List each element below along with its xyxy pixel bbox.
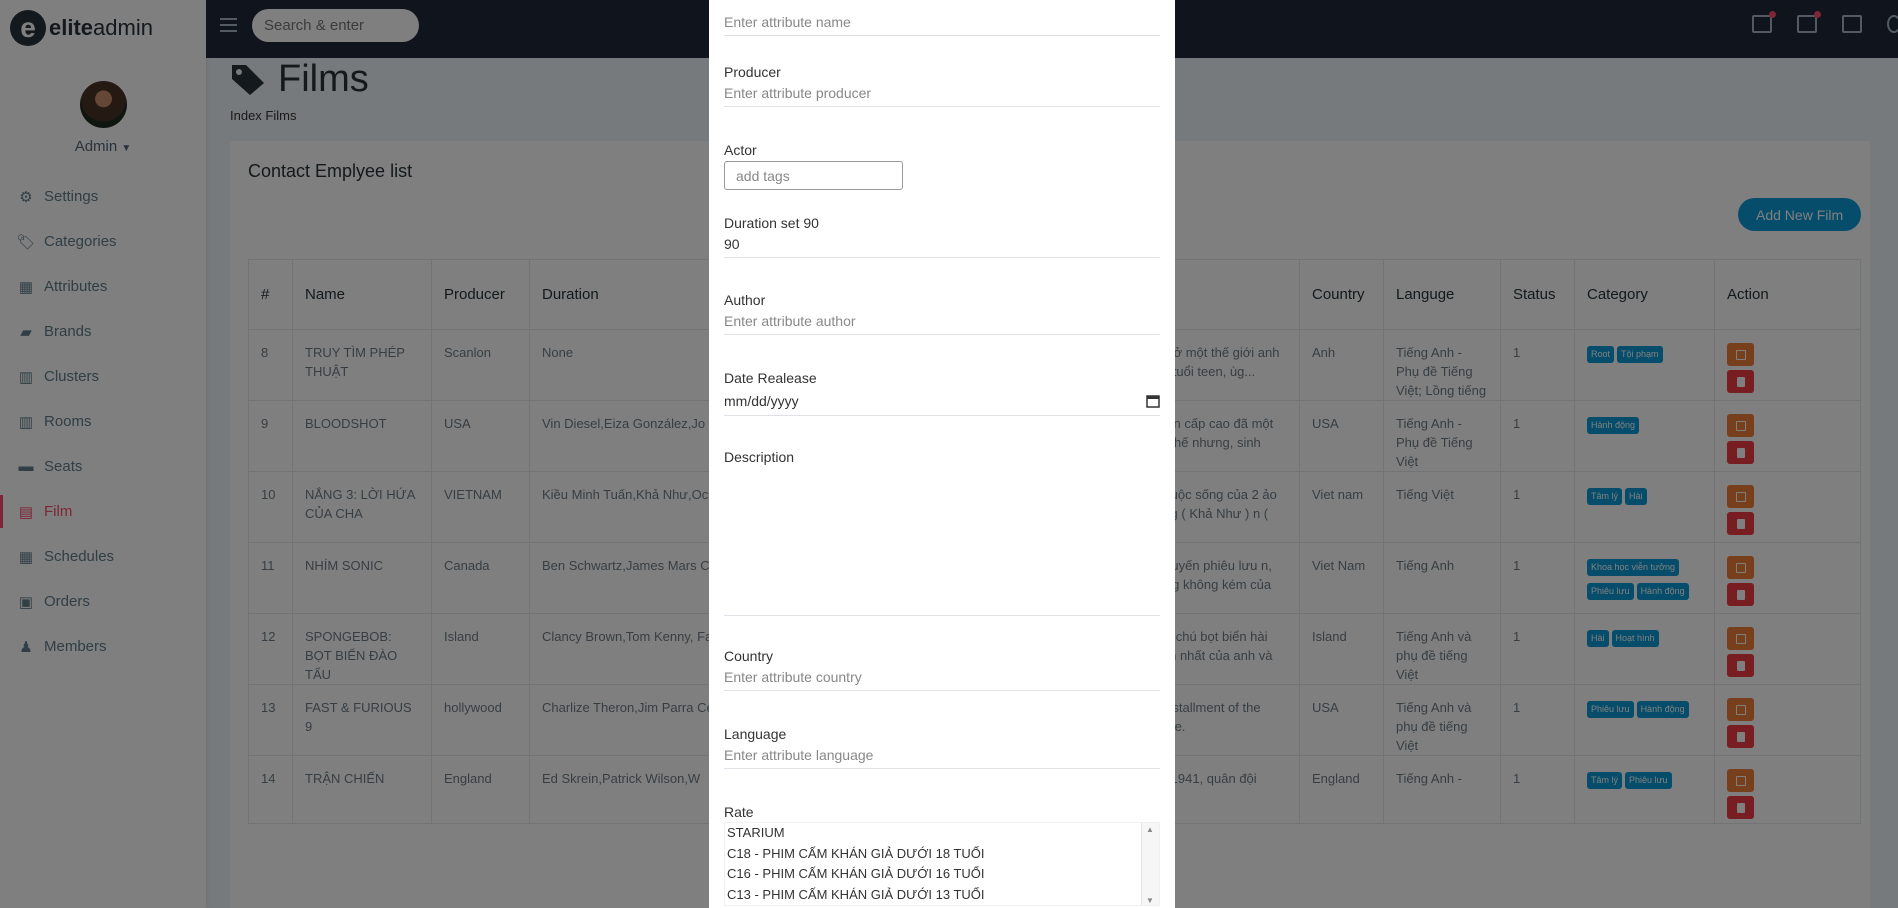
name-group (724, 9, 1160, 36)
rate-option[interactable]: C13 - PHIM CẤM KHÁN GIẢ DƯỚI 13 TUỔI (725, 885, 1159, 906)
name-input[interactable] (724, 9, 1160, 36)
date-placeholder: mm/dd/yyyy (724, 392, 799, 409)
rate-scrollbar[interactable] (1141, 823, 1159, 905)
producer-group: Producer (724, 64, 1160, 107)
country-label: Country (724, 648, 774, 664)
actor-group: Actor (724, 142, 1160, 190)
rate-option[interactable]: C18 - PHIM CẤM KHÁN GIẢ DƯỚI 18 TUỔI (725, 844, 1159, 865)
duration-label: Duration set 90 (724, 215, 819, 231)
country-group: Country (724, 648, 1160, 691)
calendar-icon[interactable] (1146, 394, 1160, 408)
language-group: Language (724, 726, 1160, 769)
author-label: Author (724, 292, 766, 308)
duration-input[interactable] (724, 231, 1160, 258)
rate-select[interactable]: STARIUM C18 - PHIM CẤM KHÁN GIẢ DƯỚI 18 … (724, 822, 1160, 906)
author-group: Author (724, 292, 1160, 335)
author-input[interactable] (724, 308, 1160, 335)
rate-label: Rate (724, 804, 754, 820)
rate-option[interactable]: C16 - PHIM CẤM KHÁN GIẢ DƯỚI 16 TUỔI (725, 864, 1159, 885)
producer-input[interactable] (724, 80, 1160, 107)
date-group: Date Realease mm/dd/yyyy (724, 370, 1160, 416)
actor-label: Actor (724, 142, 757, 158)
description-textarea[interactable] (724, 471, 1160, 616)
date-label: Date Realease (724, 370, 817, 386)
duration-group: Duration set 90 (724, 215, 1160, 258)
language-input[interactable] (724, 742, 1160, 769)
actor-tags-input[interactable] (724, 161, 903, 190)
country-input[interactable] (724, 664, 1160, 691)
rate-option[interactable]: STARIUM (725, 823, 1159, 844)
rate-group: Rate STARIUM C18 - PHIM CẤM KHÁN GIẢ DƯỚ… (724, 804, 1160, 906)
description-label: Description (724, 449, 795, 465)
producer-label: Producer (724, 64, 781, 80)
language-label: Language (724, 726, 787, 742)
add-film-modal: Producer Actor Duration set 90 Author Da… (709, 0, 1175, 908)
description-group: Description (724, 449, 1160, 619)
date-input[interactable]: mm/dd/yyyy (724, 386, 1160, 416)
